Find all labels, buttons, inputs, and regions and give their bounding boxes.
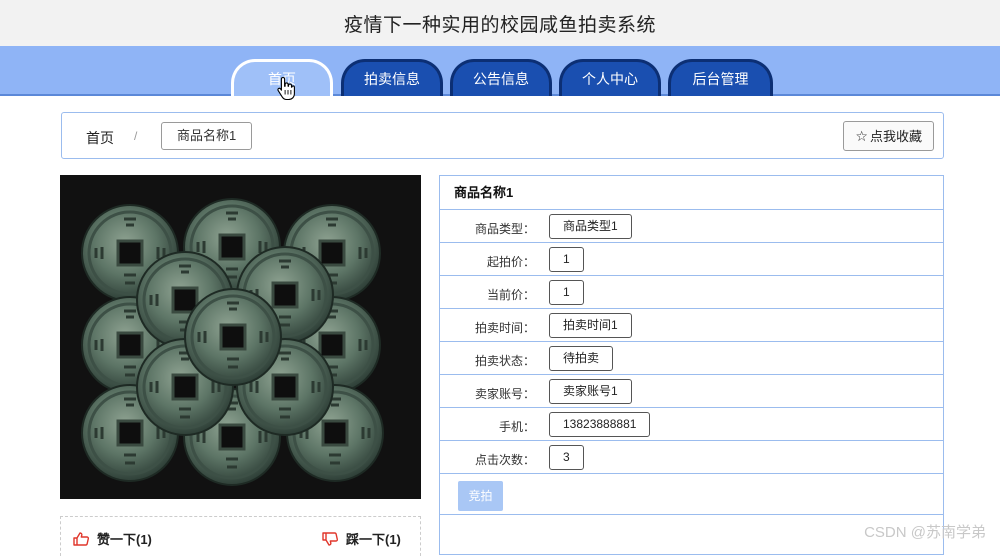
- breadcrumb: 首页 / 商品名称1 ☆ 点我收藏: [61, 112, 944, 159]
- detail-label: 拍卖时间：: [474, 321, 535, 335]
- tab-auction-info[interactable]: 拍卖信息: [341, 59, 443, 96]
- detail-value: 卖家账号1: [549, 379, 632, 404]
- detail-row-phone: 手机： 13823888881: [440, 408, 943, 441]
- detail-row-current-price: 当前价： 1: [440, 276, 943, 309]
- tab-announcements[interactable]: 公告信息: [450, 59, 552, 96]
- detail-value: 1: [549, 280, 584, 305]
- detail-label: 点击次数：: [474, 453, 535, 467]
- detail-label: 手机：: [498, 420, 535, 434]
- coins-image: [80, 197, 385, 487]
- favorite-button[interactable]: ☆ 点我收藏: [843, 121, 934, 151]
- detail-row-start-price: 起拍价： 1: [440, 243, 943, 276]
- product-title: 商品名称1: [440, 176, 943, 210]
- like-button[interactable]: 赞一下(1): [73, 529, 152, 548]
- main-nav: 首页 拍卖信息 公告信息 个人中心 后台管理: [0, 46, 1000, 96]
- detail-value: 待拍卖: [549, 346, 614, 371]
- detail-label: 卖家账号：: [474, 387, 535, 401]
- thumbs-up-icon: [73, 531, 89, 546]
- detail-row-click-count: 点击次数： 3: [440, 441, 943, 474]
- tab-admin[interactable]: 后台管理: [668, 59, 773, 96]
- hand-cursor-icon: [277, 76, 295, 100]
- product-image: [60, 175, 421, 499]
- bid-button[interactable]: 竞拍: [458, 481, 503, 511]
- detail-row-auction-time: 拍卖时间： 拍卖时间1: [440, 309, 943, 342]
- detail-row-seller-account: 卖家账号： 卖家账号1: [440, 375, 943, 408]
- site-title: 疫情下一种实用的校园咸鱼拍卖系统: [343, 14, 656, 36]
- detail-value: 商品类型1: [549, 214, 632, 239]
- detail-value: 13823888881: [549, 412, 651, 437]
- detail-value: 拍卖时间1: [549, 313, 632, 338]
- watermark: CSDN @苏南学弟: [864, 524, 986, 541]
- vote-bar: 赞一下(1) 踩一下(1): [60, 516, 421, 556]
- like-label: 赞一下(1): [97, 532, 152, 547]
- detail-label: 拍卖状态：: [474, 354, 535, 368]
- breadcrumb-separator: /: [134, 129, 138, 143]
- detail-row-auction-status: 拍卖状态： 待拍卖: [440, 342, 943, 375]
- dislike-label: 踩一下(1): [346, 532, 401, 547]
- site-header: 疫情下一种实用的校园咸鱼拍卖系统: [0, 0, 1000, 46]
- detail-label: 当前价：: [486, 288, 535, 302]
- favorite-label: 点我收藏: [869, 129, 922, 144]
- detail-label: 起拍价：: [486, 255, 535, 269]
- product-detail-panel: 商品名称1 商品类型： 商品类型1 起拍价： 1 当前价： 1 拍卖时间： 拍卖…: [439, 175, 944, 555]
- detail-value: 1: [549, 247, 584, 272]
- breadcrumb-home[interactable]: 首页: [86, 128, 114, 148]
- dislike-button[interactable]: 踩一下(1): [322, 529, 401, 548]
- thumbs-down-icon: [322, 531, 338, 546]
- divider: [440, 514, 943, 515]
- detail-label: 商品类型：: [474, 222, 535, 236]
- star-outline-icon: ☆: [855, 128, 868, 144]
- detail-value: 3: [549, 445, 584, 470]
- breadcrumb-current: 商品名称1: [161, 122, 253, 150]
- detail-row-type: 商品类型： 商品类型1: [440, 210, 943, 243]
- tab-personal-center[interactable]: 个人中心: [559, 59, 661, 96]
